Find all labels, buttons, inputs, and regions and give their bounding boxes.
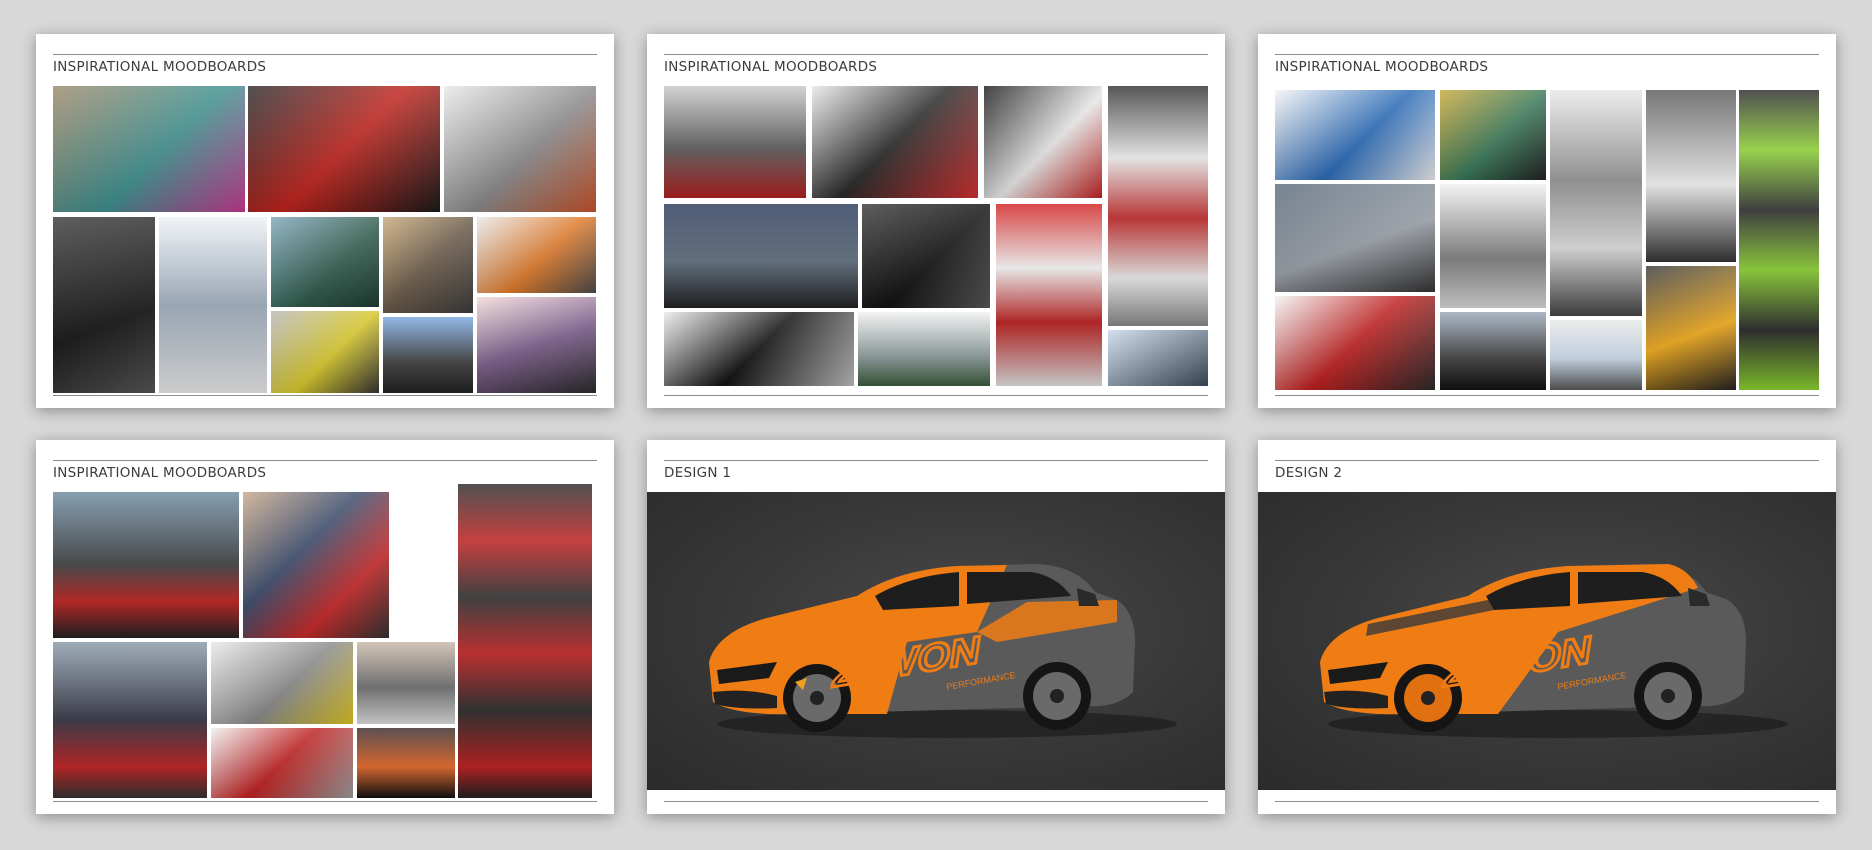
top-rule [664, 460, 1208, 461]
moodboard-image [477, 217, 596, 293]
bottom-rule [1275, 395, 1819, 396]
moodboard-image [1275, 184, 1435, 292]
car-render: 27WON PERFORMANCE [709, 564, 1177, 738]
moodboard-image [812, 86, 978, 198]
moodboard-image [53, 642, 207, 798]
moodboard-image [1550, 90, 1642, 316]
moodboard-image [211, 642, 353, 724]
top-rule [53, 54, 597, 55]
moodboard-image [243, 492, 389, 638]
moodboard-image [248, 86, 440, 212]
top-rule [1275, 54, 1819, 55]
moodboard-image [858, 312, 990, 386]
bottom-rule [664, 801, 1208, 802]
moodboard-image [271, 311, 379, 393]
moodboard-image [1646, 90, 1736, 262]
slide-moodboard-2[interactable]: INSPIRATIONAL MOODBOARDS [647, 34, 1225, 408]
slide-title: INSPIRATIONAL MOODBOARDS [664, 59, 878, 75]
slide-title: INSPIRATIONAL MOODBOARDS [53, 59, 267, 75]
moodboard-image [357, 642, 455, 724]
top-rule [664, 54, 1208, 55]
slide-moodboard-3[interactable]: INSPIRATIONAL MOODBOARDS [1258, 34, 1836, 408]
car-render: 27WON PERFORMANCE [1320, 564, 1788, 738]
moodboard-image [664, 312, 854, 386]
moodboard-image [1739, 90, 1819, 390]
slide-title: DESIGN 1 [664, 465, 732, 481]
moodboard-image [53, 492, 239, 638]
moodboard-image [477, 297, 596, 393]
moodboard-image [1440, 184, 1546, 308]
moodboard-image [271, 217, 379, 307]
moodboard-image [458, 484, 592, 798]
moodboard-image [444, 86, 596, 212]
slide-title: INSPIRATIONAL MOODBOARDS [53, 465, 267, 481]
moodboard-image [1275, 90, 1435, 180]
moodboard-image [383, 217, 473, 313]
moodboard-image [1646, 266, 1736, 390]
moodboard-image [159, 217, 267, 393]
moodboard-image [1550, 320, 1642, 390]
slide-title: DESIGN 2 [1275, 465, 1343, 481]
top-rule [1275, 460, 1819, 461]
bottom-rule [53, 801, 597, 802]
moodboard-image [1108, 86, 1208, 326]
moodboard-image [862, 204, 990, 308]
moodboard-image [1440, 90, 1546, 180]
moodboard-image [1108, 330, 1208, 386]
slide-moodboard-4[interactable]: INSPIRATIONAL MOODBOARDS [36, 440, 614, 814]
slide-title: INSPIRATIONAL MOODBOARDS [1275, 59, 1489, 75]
bottom-rule [664, 395, 1208, 396]
moodboard-image [996, 204, 1102, 386]
moodboard-image [664, 86, 806, 198]
bottom-rule [1275, 801, 1819, 802]
slide-design-2[interactable]: DESIGN 2 27WON PERFORMANCE [1258, 440, 1836, 814]
moodboard-image [357, 728, 455, 798]
moodboard-image [984, 86, 1102, 198]
moodboard-image [664, 204, 858, 308]
top-rule [53, 460, 597, 461]
moodboard-image [53, 217, 155, 393]
moodboard-image [211, 728, 353, 798]
moodboard-image [383, 317, 473, 393]
moodboard-image [1275, 296, 1435, 390]
bottom-rule [53, 395, 597, 396]
slide-design-1[interactable]: DESIGN 1 27WON PERFORMANCE [647, 440, 1225, 814]
slide-moodboard-1[interactable]: INSPIRATIONAL MOODBOARDS [36, 34, 614, 408]
moodboard-image [1440, 312, 1546, 390]
moodboard-image [53, 86, 245, 212]
